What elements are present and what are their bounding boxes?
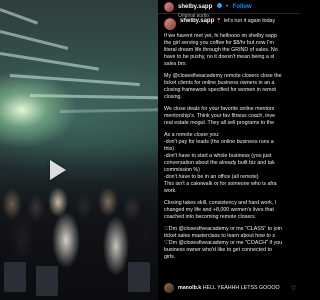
caption-text: sales bro. (164, 61, 187, 67)
ceiling-light-strip (0, 30, 69, 50)
caption-text: mentorship's. Think your fav fitness coa… (164, 113, 276, 119)
caption-text: real estate mogul. They all sell program… (164, 120, 275, 126)
chair (4, 262, 26, 292)
caption-text: closing. (164, 94, 182, 100)
ceiling-light-strip (59, 108, 158, 113)
caption-text: ticket clients for online business owner… (164, 80, 275, 86)
comment-row: manolb.k HELL YEAHHH LETSS GOOOO ♡ (164, 283, 296, 293)
caption-text: this) (164, 146, 175, 152)
caption-paragraph: As a remote closer you: -don't pay for le… (164, 132, 296, 195)
comment-text: HELL YEAHHH LETSS GOOOO (202, 285, 280, 291)
caption-text: -don't have to be in an office (all remo… (164, 174, 259, 180)
verified-badge-icon (216, 2, 222, 8)
caption-paragraph: If we havent met yet, hi helloooo im she… (164, 33, 296, 68)
caption-line: the girl serving you coffee for $8/hr bu… (164, 40, 296, 47)
caption-line: conversation about the already built biz… (164, 160, 296, 167)
caption-text: Closing takes skill, consistency and har… (164, 200, 277, 206)
caption-line: ♡Dm @closesfiveacademy or me "CLASS" to … (164, 226, 296, 233)
caption-line: work. (164, 188, 296, 195)
caption-header: shelby.sapp 📍 let's run it again today (164, 18, 296, 30)
caption-text: or me "COACH" if you (228, 240, 283, 246)
caption-text: or me "CLASS" to join (228, 226, 282, 232)
caption-line: We close deals for your favorite online … (164, 106, 296, 113)
ceiling-light-strip (29, 94, 158, 100)
caption-line: If we havent met yet, hi helloooo im she… (164, 33, 296, 40)
caption-line: have to be pushy, no it doesn't mean bei… (164, 54, 296, 61)
caption-line: literal dream life through the GRIND of … (164, 47, 296, 54)
caption-line: business owner who'd like to get connect… (164, 247, 296, 254)
chair (36, 266, 58, 296)
caption-text: remote closers close the (222, 73, 282, 79)
separator-dot: • (226, 3, 229, 10)
caption-line: -don't have to start a whole business (y… (164, 153, 296, 160)
caption-body: If we havent met yet, hi helloooo im she… (164, 33, 296, 261)
caption-text: This isn't a cakewalk or for someone who… (164, 181, 277, 187)
mention-link[interactable]: @closesfiveacademy (173, 73, 223, 79)
caption-text: coached into becoming remote closers. (164, 214, 257, 220)
caption-line: Closing takes skill, consistency and har… (164, 200, 296, 207)
caption-text: ♡Dm (164, 240, 179, 246)
caption-text: conversation about the already built biz… (164, 160, 275, 166)
caption-line: commission %) (164, 167, 296, 174)
caption-paragraph: We close deals for your favorite online … (164, 106, 296, 127)
caption-line: This isn't a cakewalk or for someone who… (164, 181, 296, 188)
mention-link[interactable]: @closesfiveacademy (178, 240, 228, 246)
avatar[interactable] (164, 1, 174, 12)
caption-text: If we havent met yet, hi helloooo im she… (164, 33, 277, 39)
caption-line: closing. (164, 94, 296, 101)
caption-text: literal dream life through the GRIND of … (164, 47, 278, 53)
caption-text: have to be pushy, no it doesn't mean bei… (164, 54, 275, 60)
ceiling-light-strip (0, 52, 100, 71)
caption-line: -don't pay for leads (the online busines… (164, 139, 296, 146)
caption: shelby.sapp 📍 let's run it again today I… (164, 18, 296, 266)
caption-text: ♡Dm (164, 226, 179, 232)
post-header: shelby.sapp • Follow Original audio (158, 0, 300, 19)
caption-line: closing framework specified for women in… (164, 87, 296, 94)
caption-text: ticket sales masterclass to learn about … (164, 233, 275, 239)
caption-line: this) (164, 146, 296, 153)
ceiling-light-strip (9, 74, 140, 87)
caption-line: changed my life and +8,000 women's lives… (164, 207, 296, 214)
heart-icon[interactable]: ♡ (291, 285, 296, 292)
post-panel: shelby.sapp • Follow Original audio shel… (158, 0, 300, 300)
caption-text: commission %) (164, 167, 200, 173)
caption-text: closing framework specified for women in… (164, 87, 276, 93)
caption-line: ticket sales masterclass to learn about … (164, 233, 296, 240)
avatar[interactable] (164, 283, 174, 293)
caption-line: real estate mogul. They all sell program… (164, 120, 296, 127)
caption-text: My (164, 73, 173, 79)
caption-line: As a remote closer you: (164, 132, 296, 139)
play-icon[interactable] (50, 160, 66, 180)
ceiling-light-strip (0, 8, 39, 25)
follow-button[interactable]: Follow (233, 4, 252, 10)
caption-line: ♡Dm @closesfiveacademy or me "COACH" if … (164, 240, 296, 247)
caption-text: -don't have to start a whole business (y… (164, 153, 272, 159)
caption-text: work. (164, 188, 177, 194)
caption-paragraph: ♡Dm @closesfiveacademy or me "CLASS" to … (164, 226, 296, 261)
mention-link[interactable]: @closesfiveacademy (178, 226, 228, 232)
caption-line: mentorship's. Think your fav fitness coa… (164, 113, 296, 120)
caption-username[interactable]: shelby.sapp (180, 18, 214, 24)
video-player[interactable] (0, 0, 158, 300)
caption-line: My @closesfiveacademy remote closers clo… (164, 73, 296, 80)
caption-text: -don't pay for leads (the online busines… (164, 139, 274, 145)
comment-username[interactable]: manolb.k (178, 285, 201, 291)
caption-paragraph: My @closesfiveacademy remote closers clo… (164, 73, 296, 101)
chair (128, 262, 150, 292)
caption-text: the girl serving you coffee for $8/hr bu… (164, 40, 274, 46)
caption-first-line: 📍 let's run it again today (215, 18, 276, 24)
post-author-username[interactable]: shelby.sapp (178, 4, 212, 10)
caption-text: changed my life and +8,000 women's lives… (164, 207, 274, 213)
caption-line: -don't have to be in an office (all remo… (164, 174, 296, 181)
caption-text: business owner who'd like to get connect… (164, 247, 272, 253)
caption-line: sales bro. (164, 61, 296, 68)
caption-line: ticket clients for online business owner… (164, 80, 296, 87)
caption-paragraph: Closing takes skill, consistency and har… (164, 200, 296, 221)
caption-line: girls. (164, 254, 296, 261)
avatar[interactable] (164, 18, 176, 30)
caption-text: We close deals for your favorite online … (164, 106, 275, 112)
caption-text: girls. (164, 254, 176, 260)
caption-text: As a remote closer you: (164, 132, 220, 138)
caption-line: coached into becoming remote closers. (164, 214, 296, 221)
